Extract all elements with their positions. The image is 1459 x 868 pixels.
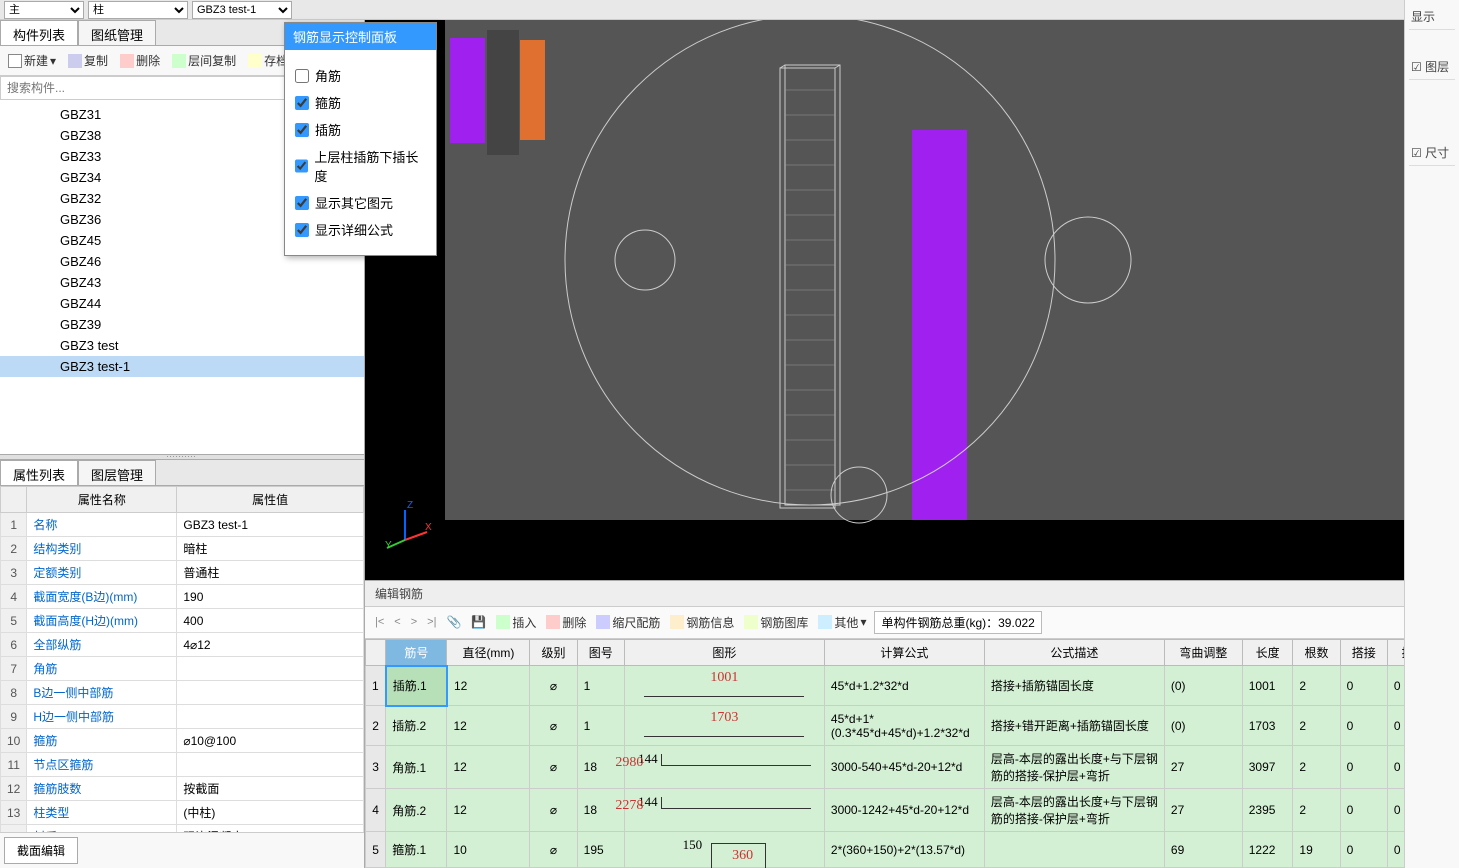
table-row[interactable]: 2 插筋.2 12⌀1 1703 45*d+1*(0.3*45*d+45*d)+… — [366, 706, 1459, 746]
table-row[interactable]: 1 插筋.1 12⌀1 1001 45*d+1.2*32*d 搭接+插筋锚固长度… — [366, 666, 1459, 706]
nav-last-icon[interactable]: >| — [423, 614, 440, 630]
scale-button[interactable]: 缩尺配筋 — [592, 612, 664, 633]
rebar-library-button[interactable]: 钢筋图库 — [740, 612, 812, 633]
column-header[interactable]: 搭接 — [1340, 639, 1387, 666]
splitter[interactable] — [0, 454, 364, 460]
checkbox-option[interactable]: 显示详细公式 — [293, 216, 428, 243]
table-row[interactable]: 7角筋 — [1, 657, 364, 681]
delete-button[interactable]: 删除 — [116, 50, 164, 71]
far-right-panel: 显示 ☑ 图层 ☑ 尺寸 — [1404, 0, 1459, 868]
table-row[interactable]: 4截面宽度(B边)(mm)190 — [1, 585, 364, 609]
column-header[interactable]: 根数 — [1293, 639, 1340, 666]
column-header[interactable]: 公式描述 — [984, 639, 1164, 666]
prop-tabs: 属性列表 图层管理 — [0, 460, 364, 486]
table-row[interactable]: 2结构类别暗柱 — [1, 537, 364, 561]
table-row[interactable]: 1名称GBZ3 test-1 — [1, 513, 364, 537]
tab-properties[interactable]: 属性列表 — [0, 460, 78, 485]
top-bar: 主 柱 GBZ3 test-1 — [0, 0, 1459, 20]
other-button[interactable]: 其他 ▾ — [814, 612, 870, 633]
checkbox-option[interactable]: 插筋 — [293, 116, 428, 143]
column-header[interactable]: 长度 — [1242, 639, 1293, 666]
table-row[interactable]: 12箍筋肢数按截面 — [1, 777, 364, 801]
list-item[interactable]: GBZ3 test-1 — [0, 356, 364, 377]
tab-components[interactable]: 构件列表 — [0, 20, 78, 45]
list-item[interactable]: GBZ43 — [0, 272, 364, 293]
column-header[interactable]: 弯曲调整 — [1164, 639, 1242, 666]
dropdown-component[interactable]: GBZ3 test-1 — [192, 1, 292, 19]
floor-copy-button[interactable]: 层间复制 — [168, 50, 240, 71]
table-row[interactable]: 5截面高度(H边)(mm)400 — [1, 609, 364, 633]
column-header[interactable]: 直径(mm) — [447, 639, 530, 666]
table-row[interactable]: 10箍筋⌀10@100 — [1, 729, 364, 753]
table-row[interactable]: 3 角筋.1 12⌀18 144 2980 3000-540+45*d-20+1… — [366, 746, 1459, 789]
rebar-table[interactable]: 筋号直径(mm)级别图号图形计算公式公式描述弯曲调整长度根数搭接损耗(%) 1 … — [365, 639, 1459, 868]
dropdown-type[interactable]: 柱 — [88, 1, 188, 19]
checkbox-option[interactable]: 上层柱插筋下插长度 — [293, 143, 428, 189]
section-edit-button[interactable]: 截面编辑 — [4, 837, 78, 864]
prop-header-name: 属性名称 — [27, 487, 177, 513]
rebar-toolbar: |< < > >| 📎 💾 插入 删除 缩尺配筋 钢筋信息 钢筋图库 其他 ▾ … — [365, 607, 1459, 639]
column-header[interactable]: 级别 — [530, 639, 577, 666]
svg-text:Y: Y — [385, 540, 392, 550]
table-row[interactable]: 14材质现浇混凝土 — [1, 825, 364, 833]
insert-button[interactable]: 插入 — [492, 612, 540, 633]
list-item[interactable]: GBZ3 test — [0, 335, 364, 356]
display-section[interactable]: 显示 — [1409, 4, 1455, 30]
tab-layers[interactable]: 图层管理 — [78, 460, 156, 485]
dialog-title[interactable]: 钢筋显示控制面板 — [285, 23, 436, 50]
table-row[interactable]: 4 角筋.2 12⌀18 144 2278 3000-1242+45*d-20+… — [366, 789, 1459, 832]
dropdown-main[interactable]: 主 — [4, 1, 84, 19]
table-row[interactable]: 8B边一侧中部筋 — [1, 681, 364, 705]
axis-gizmo: Z X Y — [385, 500, 435, 550]
prop-header-value: 属性值 — [177, 487, 364, 513]
checkbox-option[interactable]: 角筋 — [293, 62, 428, 89]
layers-section[interactable]: ☑ 图层 — [1409, 54, 1455, 80]
table-row[interactable]: 9H边一侧中部筋 — [1, 705, 364, 729]
table-row[interactable]: 13柱类型(中柱) — [1, 801, 364, 825]
column-header[interactable]: 筋号 — [386, 639, 447, 666]
right-panel: Z X Y ◐ 20 ◧ ▣ ↻ ⚙ 钢筋显示控制面板 角筋 箍筋 插筋 上层柱… — [365, 20, 1459, 868]
column-header[interactable]: 图号 — [577, 639, 624, 666]
svg-text:Z: Z — [407, 500, 413, 511]
nav-first-icon[interactable]: |< — [371, 614, 388, 630]
rebar-panel-title: 编辑钢筋 — [375, 585, 423, 602]
delete-rebar-button[interactable]: 删除 — [542, 612, 590, 633]
rebar-info-button[interactable]: 钢筋信息 — [666, 612, 738, 633]
tab-drawings[interactable]: 图纸管理 — [78, 20, 156, 45]
nav-next-icon[interactable]: > — [407, 614, 421, 630]
table-row[interactable]: 11节点区箍筋 — [1, 753, 364, 777]
checkbox-option[interactable]: 显示其它图元 — [293, 189, 428, 216]
column-header[interactable]: 计算公式 — [824, 639, 984, 666]
save-icon[interactable]: 💾 — [467, 613, 490, 631]
property-table: 属性名称 属性值 1名称GBZ3 test-12结构类别暗柱3定额类别普通柱4截… — [0, 486, 364, 832]
new-button[interactable]: 新建 ▾ — [4, 50, 60, 71]
svg-text:X: X — [425, 522, 432, 533]
attach-icon[interactable]: 📎 — [442, 613, 465, 631]
table-row[interactable]: 6全部纵筋4⌀12 — [1, 633, 364, 657]
rebar-edit-panel: 编辑钢筋 × |< < > >| 📎 💾 插入 删除 缩尺配筋 钢筋信息 钢筋图… — [365, 580, 1459, 868]
table-row[interactable]: 3定额类别普通柱 — [1, 561, 364, 585]
nav-prev-icon[interactable]: < — [390, 614, 404, 630]
column-header[interactable]: 图形 — [624, 639, 824, 666]
list-item[interactable]: GBZ44 — [0, 293, 364, 314]
rebar-summary: 单构件钢筋总重(kg)：39.022 — [874, 611, 1041, 634]
viewport-content — [365, 20, 1459, 580]
viewport-3d[interactable]: Z X Y ◐ 20 ◧ ▣ ↻ ⚙ — [365, 20, 1459, 580]
checkbox-option[interactable]: 箍筋 — [293, 89, 428, 116]
list-item[interactable]: GBZ39 — [0, 314, 364, 335]
copy-button[interactable]: 复制 — [64, 50, 112, 71]
table-row[interactable]: 5 箍筋.1 10⌀195 150 360 2*(360+150)+2*(13.… — [366, 832, 1459, 868]
rebar-display-dialog: 钢筋显示控制面板 角筋 箍筋 插筋 上层柱插筋下插长度 显示其它图元 显示详细公… — [284, 22, 437, 256]
dim-section[interactable]: ☑ 尺寸 — [1409, 140, 1455, 166]
